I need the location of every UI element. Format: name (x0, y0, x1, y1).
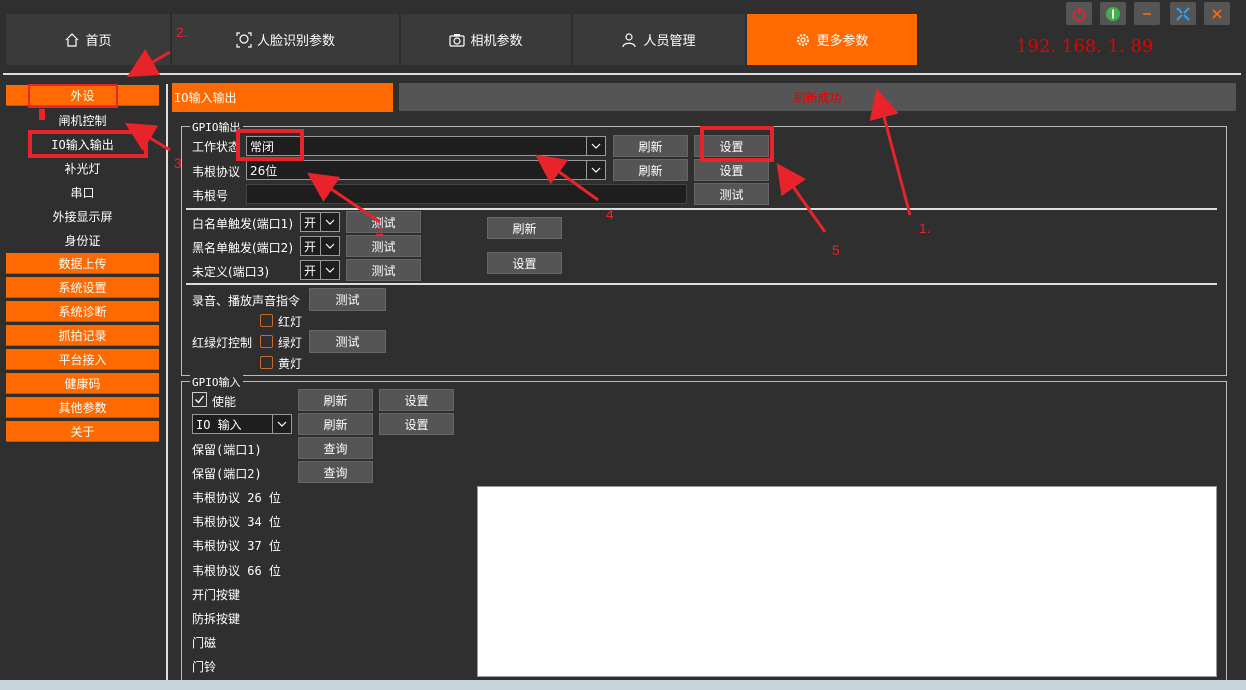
annotation-label: 4 (376, 224, 384, 240)
annotation-label: 5 (832, 242, 840, 258)
annotation-label: 2. (176, 24, 188, 40)
annotation-arrows (124, 48, 912, 233)
annotation-label: 4 (606, 206, 614, 222)
annotation-label: 3 (174, 155, 182, 171)
annotation-label: 1. (919, 220, 931, 236)
